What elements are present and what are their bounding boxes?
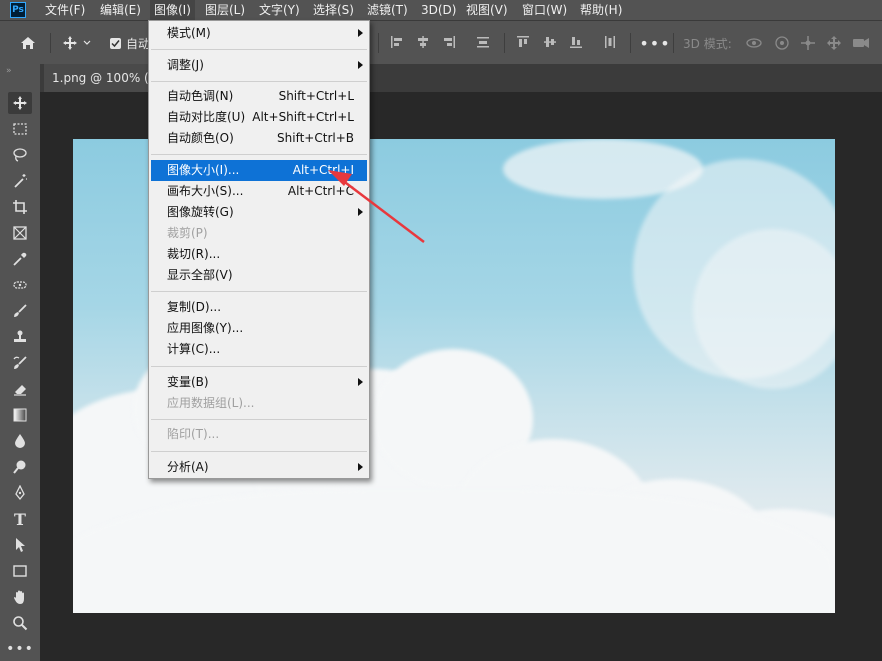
rectangle-tool-icon[interactable] [8, 560, 32, 582]
align-top-icon[interactable] [516, 35, 530, 49]
menu-edit[interactable]: 编辑(E) [96, 0, 145, 20]
cloud [73, 489, 833, 613]
align-center-icon[interactable] [416, 35, 430, 49]
gradient-tool-icon[interactable] [8, 404, 32, 426]
menu-bar: Ps 文件(F) 编辑(E) 图像(I) 图层(L) 文字(Y) 选择(S) 滤… [0, 0, 882, 20]
image-menu-dropdown: 模式(M) 调整(J) 自动色调(N) Shift+Ctrl+L 自动对比度(U… [148, 20, 370, 479]
menu-select[interactable]: 选择(S) [309, 0, 358, 20]
options-bar: 自动 ••• 3D 模式: [0, 20, 882, 65]
menu-item-crop: 裁剪(P) [167, 226, 208, 240]
submenu-arrow-icon [358, 463, 363, 471]
3d-mode-label: 3D 模式: [683, 37, 732, 51]
frame-tool-icon[interactable] [8, 222, 32, 244]
menu-separator [151, 419, 367, 420]
divider [673, 33, 674, 53]
history-brush-tool-icon[interactable] [8, 352, 32, 374]
3d-slide-icon[interactable] [825, 34, 843, 52]
brush-tool-icon[interactable] [8, 300, 32, 322]
document-tab[interactable]: 1.png @ 100% (图 [44, 64, 164, 92]
menu-item-duplicate[interactable]: 复制(D)... [149, 297, 369, 318]
distribute-vertical-icon[interactable] [603, 35, 617, 49]
tools-panel: » T ••• [0, 64, 41, 661]
eraser-tool-icon[interactable] [8, 378, 32, 400]
hand-tool-icon[interactable] [8, 586, 32, 608]
divider [504, 33, 505, 53]
move-tool-icon[interactable] [58, 31, 82, 55]
menu-item-apply-data-set: 应用数据组(L)... [167, 396, 255, 410]
menu-item-image-size[interactable]: 图像大小(I)... Alt+Ctrl+I [151, 160, 367, 181]
panel-collapse-icon[interactable]: » [6, 66, 12, 76]
menu-window[interactable]: 窗口(W) [518, 0, 571, 20]
distribute-icon[interactable] [476, 35, 490, 49]
align-left-icon[interactable] [390, 35, 404, 49]
divider [378, 33, 379, 53]
menu-item-mode[interactable]: 模式(M) [149, 23, 369, 44]
menu-separator [151, 154, 367, 155]
photoshop-logo-icon[interactable]: Ps [10, 2, 26, 18]
align-bottom-icon[interactable] [569, 35, 583, 49]
marquee-tool-icon[interactable] [8, 118, 32, 140]
menu-item-apply-image[interactable]: 应用图像(Y)... [149, 318, 369, 339]
menu-type[interactable]: 文字(Y) [255, 0, 304, 20]
menu-item-reveal-all[interactable]: 显示全部(V) [149, 265, 369, 286]
zoom-tool-icon[interactable] [8, 612, 32, 634]
menu-file[interactable]: 文件(F) [41, 0, 89, 20]
submenu-arrow-icon [358, 29, 363, 37]
move-tool-icon[interactable] [8, 92, 32, 114]
magic-wand-tool-icon[interactable] [8, 170, 32, 192]
3d-pan-icon[interactable] [799, 34, 817, 52]
3d-orbit-icon[interactable] [745, 34, 763, 52]
pen-tool-icon[interactable] [8, 482, 32, 504]
submenu-arrow-icon [358, 208, 363, 216]
clone-stamp-tool-icon[interactable] [8, 326, 32, 348]
crop-tool-icon[interactable] [8, 196, 32, 218]
eyedropper-tool-icon[interactable] [8, 248, 32, 270]
chevron-down-icon[interactable] [80, 31, 94, 55]
auto-select-checkbox[interactable] [110, 38, 121, 49]
menu-3d[interactable]: 3D(D) [417, 0, 460, 20]
align-right-icon[interactable] [442, 35, 456, 49]
menu-item-trap: 陷印(T)... [167, 427, 220, 441]
spot-healing-tool-icon[interactable] [8, 274, 32, 296]
path-selection-tool-icon[interactable] [8, 534, 32, 556]
align-middle-icon[interactable] [543, 35, 557, 49]
menu-help[interactable]: 帮助(H) [576, 0, 626, 20]
menu-separator [151, 451, 367, 452]
edit-toolbar-icon[interactable]: ••• [6, 638, 33, 660]
menu-image[interactable]: 图像(I) [150, 0, 195, 20]
menu-separator [151, 366, 367, 367]
blur-tool-icon[interactable] [8, 430, 32, 452]
menu-separator [151, 291, 367, 292]
menu-filter[interactable]: 滤镜(T) [363, 0, 412, 20]
menu-item-canvas-size[interactable]: 画布大小(S)... Alt+Ctrl+C [149, 181, 369, 202]
submenu-arrow-icon [358, 61, 363, 69]
auto-select-label: 自动 [126, 37, 151, 51]
lasso-tool-icon[interactable] [8, 144, 32, 166]
menu-layer[interactable]: 图层(L) [201, 0, 249, 20]
menu-item-auto-tone[interactable]: 自动色调(N) Shift+Ctrl+L [149, 86, 369, 107]
menu-item-trim[interactable]: 裁切(R)... [149, 244, 369, 265]
type-tool-icon[interactable]: T [8, 508, 32, 530]
3d-roll-icon[interactable] [773, 34, 791, 52]
more-options-icon[interactable]: ••• [639, 31, 669, 55]
3d-camera-icon[interactable] [851, 34, 871, 52]
menu-item-auto-contrast[interactable]: 自动对比度(U) Alt+Shift+Ctrl+L [149, 107, 369, 128]
menu-item-adjustments[interactable]: 调整(J) [149, 55, 369, 76]
menu-separator [151, 49, 367, 50]
menu-item-variables[interactable]: 变量(B) [149, 372, 369, 393]
menu-separator [151, 81, 367, 82]
menu-view[interactable]: 视图(V) [462, 0, 512, 20]
menu-item-image-rotation[interactable]: 图像旋转(G) [149, 202, 369, 223]
home-icon[interactable] [16, 31, 40, 55]
divider [50, 33, 51, 53]
submenu-arrow-icon [358, 378, 363, 386]
menu-item-auto-color[interactable]: 自动颜色(O) Shift+Ctrl+B [149, 128, 369, 149]
menu-item-calculations[interactable]: 计算(C)... [149, 339, 369, 360]
dodge-tool-icon[interactable] [8, 456, 32, 478]
menu-item-analysis[interactable]: 分析(A) [149, 457, 369, 478]
divider [630, 33, 631, 53]
